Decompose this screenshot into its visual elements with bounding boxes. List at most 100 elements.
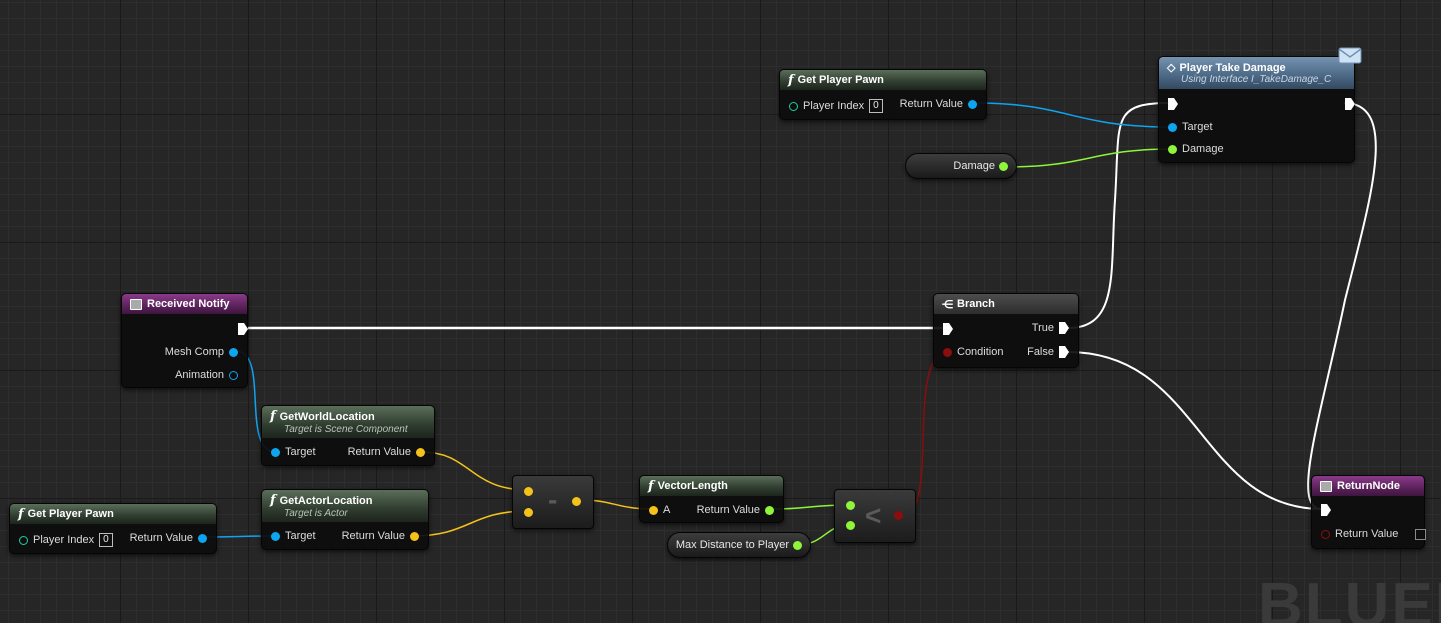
object-pin-icon[interactable] [968,99,977,109]
return-icon [1320,480,1332,492]
pin-label: Target [285,530,316,542]
bool-pin-icon[interactable] [1321,529,1330,539]
bool-pin-icon[interactable] [894,511,903,520]
exec-wire-branch-false-return [1067,351,1323,510]
float-pin-icon[interactable] [999,161,1008,171]
damage-variable-node[interactable]: Damage [905,153,1017,179]
node-header: f GetWorldLocation Target is Scene Compon… [262,406,434,438]
pin-label: Return Value [696,504,760,516]
object-wire-pawn-target [974,102,1173,128]
node-subtitle: Target is Scene Component [284,424,408,435]
pin-label: True [1031,322,1054,334]
player-index-input[interactable]: 0 [99,533,113,547]
target-row: Target [271,530,316,542]
received-notify-event-node[interactable]: Received Notify Mesh Comp Animation [121,293,248,388]
float-pin-icon[interactable] [846,501,855,510]
false-row: False [1027,346,1069,358]
return-node[interactable]: ReturnNode Return Value [1311,475,1427,549]
damage-row: Damage [1168,143,1224,155]
get-actor-location-node[interactable]: f GetActorLocation Target is Actor Target… [261,489,429,550]
float-pin-icon[interactable] [765,505,774,515]
get-world-location-node[interactable]: f GetWorldLocation Target is Scene Compon… [261,405,435,466]
vector-pin-icon[interactable] [524,487,533,496]
target-row: Target [1168,121,1213,133]
return-value-row: Return Value [130,532,207,544]
pin-label: Player Index [803,100,865,112]
node-title: VectorLength [657,480,728,492]
node-header: Received Notify [122,294,247,314]
node-header: f VectorLength [640,476,783,496]
function-icon: f [788,72,794,88]
float-pin-icon[interactable] [1168,144,1177,154]
node-header: f Get Player Pawn [780,70,986,90]
mesh-comp-row: Mesh Comp [165,346,238,358]
pin-label: Mesh Comp [164,346,224,358]
exec-out-icon[interactable] [1059,322,1069,334]
variable-label: Max Distance to Player [675,539,789,551]
return-value-row: Return Value [348,446,425,458]
pin-label: Condition [957,346,1004,358]
node-header: ReturnNode [1312,476,1424,496]
int-pin-icon[interactable] [789,101,798,111]
object-pin-icon[interactable] [271,447,280,457]
float-wire-damage [1003,148,1173,168]
object-pin-icon[interactable] [271,531,280,541]
player-index-input[interactable]: 0 [869,99,883,113]
return-value-row: Return Value [900,98,977,110]
interface-icon: ◇ [1167,62,1176,74]
blueprint-watermark: BLUEPI [1258,571,1441,623]
vector-pin-icon[interactable] [410,531,419,541]
node-title: Get Player Pawn [797,74,884,86]
target-row: Target [271,446,316,458]
function-icon: f [270,409,276,424]
node-title: ReturnNode [1337,480,1400,492]
object-pin-icon[interactable] [229,347,238,357]
subtract-operator-label: - [548,484,558,515]
blueprint-graph-canvas[interactable]: f Get Player Pawn Player Index 0 Return … [0,0,1441,623]
exec-out-icon[interactable] [1059,346,1069,358]
branch-icon: ⋲ [942,298,953,311]
function-icon: f [648,478,654,494]
less-than-node[interactable]: < [834,489,916,543]
node-title: ◇ Player Take Damage [1167,62,1286,74]
int-pin-icon[interactable] [19,535,28,545]
float-pin-icon[interactable] [846,521,855,530]
vector-pin-icon[interactable] [416,447,425,457]
pin-label: Return Value [899,98,963,110]
object-pin-icon[interactable] [198,533,207,543]
node-subtitle: Using Interface I_TakeDamage_C [1181,74,1332,85]
branch-node[interactable]: ⋲ Branch True Condition False [933,293,1079,368]
object-pin-icon[interactable] [1168,122,1177,132]
player-take-damage-node[interactable]: ◇ Player Take Damage Using Interface I_Ta… [1158,56,1355,163]
get-player-pawn-node-top[interactable]: f Get Player Pawn Player Index 0 Return … [779,69,987,120]
vector-pin-icon[interactable] [649,505,658,515]
exec-wire-branch-true-damage [1067,102,1171,329]
node-header: ⋲ Branch [934,294,1078,314]
player-index-row: Player Index 0 [19,533,113,547]
variable-label: Damage [953,160,995,172]
pin-label: A [663,504,671,516]
get-player-pawn-node-bottom[interactable]: f Get Player Pawn Player Index 0 Return … [9,503,217,554]
node-subtitle: Target is Actor [284,508,348,519]
true-row: True [1032,322,1069,334]
return-value-row: Return Value [697,504,774,516]
pin-label: Damage [1182,143,1224,155]
vector-length-node[interactable]: f VectorLength A Return Value [639,475,784,523]
bool-pin-icon[interactable] [943,347,952,357]
pin-label: Target [1182,121,1213,133]
node-header: f Get Player Pawn [10,504,216,524]
node-header: ◇ Player Take Damage Using Interface I_Ta… [1159,57,1354,89]
object-pin-icon[interactable] [229,370,238,380]
return-value-row: Return Value [1321,528,1427,540]
return-value-row: Return Value [342,530,419,542]
vector-pin-icon[interactable] [572,497,581,506]
pin-label: Return Value [347,446,411,458]
a-row: A [649,504,670,516]
pin-label: Return Value [129,532,193,544]
return-value-checkbox[interactable] [1415,528,1427,540]
float-pin-icon[interactable] [793,540,802,550]
vector-subtract-node[interactable]: - [512,475,594,529]
function-icon: f [270,493,276,508]
vector-pin-icon[interactable] [524,508,533,517]
max-distance-variable-node[interactable]: Max Distance to Player [667,532,811,558]
